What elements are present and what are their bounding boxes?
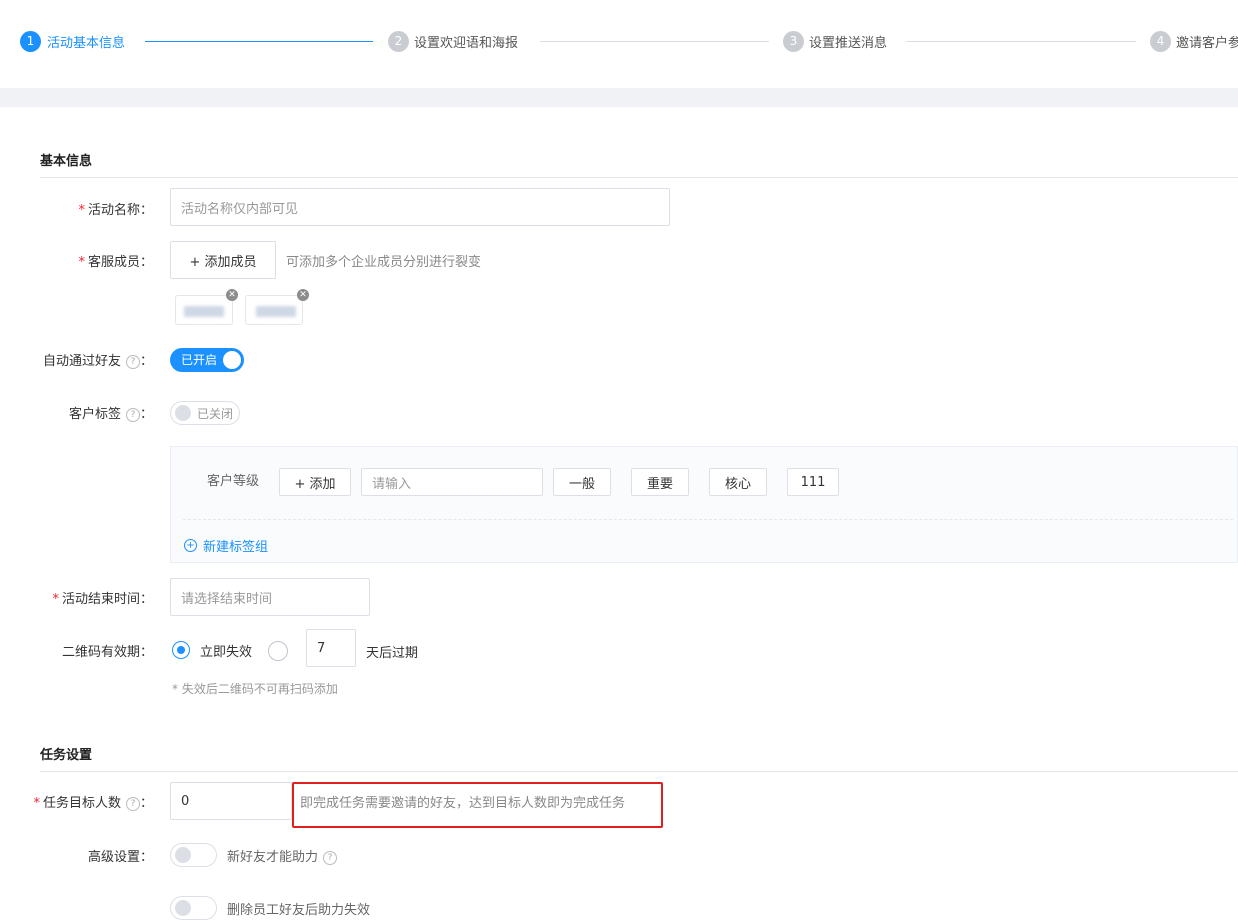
tag-input[interactable]: 请输入 [361, 468, 543, 496]
toggle-knob [175, 900, 191, 916]
new-friends-only-label: 新好友才能助力? [227, 846, 338, 865]
step-3-line [906, 41, 1136, 42]
task-target-hint: 即完成任务需要邀请的好友，达到目标人数即为完成任务 [300, 796, 626, 811]
tag-panel-divider [183, 519, 1233, 520]
toggle-knob [175, 405, 191, 421]
help-circle-icon[interactable]: ? [125, 797, 140, 811]
add-member-button[interactable]: + 添加成员 [170, 241, 276, 279]
member-chip: ✕ [175, 289, 238, 325]
expire-now-label: 立即失效 [200, 645, 253, 660]
step-1-line [145, 41, 373, 42]
toggle-knob [175, 847, 191, 863]
end-time-label: * 活动结束时间： [52, 592, 153, 607]
required-mark: * [33, 796, 40, 811]
task-target-input[interactable]: 0 [170, 782, 292, 820]
toggle-knob [223, 351, 241, 369]
staff-hint: 可添加多个企业成员分别进行裂变 [286, 255, 482, 270]
member-avatar-blurred [184, 306, 224, 317]
help-circle-icon[interactable]: ? [125, 408, 140, 422]
tag-chip[interactable]: 一般 [553, 468, 611, 496]
tag-chip[interactable]: 核心 [709, 468, 767, 496]
close-circle-icon[interactable]: ✕ [297, 289, 309, 301]
invalidate-on-delete-label: 删除员工好友后助力失效 [227, 903, 371, 918]
staff-label: * 客服成员： [78, 255, 153, 270]
task-settings-title: 任务设置 [40, 748, 93, 763]
step-3-number: 3 [783, 31, 804, 52]
new-friends-only-toggle[interactable] [170, 843, 217, 867]
required-mark: * [52, 592, 59, 607]
close-circle-icon[interactable]: ✕ [226, 289, 238, 301]
expire-days-suffix: 天后过期 [366, 646, 419, 661]
required-mark: * [78, 255, 85, 270]
activity-name-input[interactable]: 活动名称仅内部可见 [170, 188, 670, 226]
add-tag-button[interactable]: + 添加 [279, 468, 351, 496]
advanced-settings-label: 高级设置： [87, 850, 153, 865]
task-settings-divider [40, 771, 1238, 772]
section-separator [0, 88, 1238, 107]
activity-name-label: * 活动名称： [78, 203, 153, 218]
basic-info-title: 基本信息 [40, 154, 93, 169]
auto-accept-label: 自动通过好友?： [42, 354, 153, 369]
step-1-label[interactable]: 活动基本信息 [47, 32, 125, 51]
plus-circle-icon: + [184, 539, 197, 552]
tag-chip[interactable]: 111 [787, 468, 839, 496]
end-time-picker[interactable]: 请选择结束时间 [170, 578, 370, 616]
member-avatar-blurred [256, 306, 296, 317]
help-circle-icon[interactable]: ? [125, 355, 140, 369]
step-2-line [540, 41, 769, 42]
step-4-number: 4 [1150, 31, 1171, 52]
help-circle-icon[interactable]: ? [323, 851, 338, 865]
step-1-number: 1 [20, 31, 41, 52]
radio-expire-days[interactable] [268, 641, 288, 661]
tag-chip[interactable]: 重要 [631, 468, 689, 496]
step-4-label[interactable]: 邀请客户参 [1176, 32, 1238, 51]
customer-tag-toggle[interactable]: 已关闭 [170, 401, 240, 425]
invalidate-on-delete-toggle[interactable] [170, 896, 217, 920]
basic-info-divider [40, 177, 1238, 178]
tag-group-panel: 客户等级 + 添加 请输入 一般 重要 核心 111 + 新建标签组 [170, 446, 1238, 563]
expire-days-input[interactable]: 7 [306, 629, 356, 667]
step-3-label[interactable]: 设置推送消息 [809, 32, 887, 51]
auto-accept-toggle[interactable]: 已开启 [170, 348, 244, 372]
task-target-label: * 任务目标人数?： [33, 796, 153, 811]
customer-tag-label: 客户标签?： [68, 407, 153, 422]
new-tag-group-link[interactable]: + 新建标签组 [184, 536, 268, 555]
member-chip: ✕ [245, 289, 309, 325]
tag-group-name: 客户等级 [207, 474, 260, 489]
qr-valid-note: * 失效后二维码不可再扫码添加 [172, 682, 338, 696]
step-2-number: 2 [388, 31, 409, 52]
radio-expire-now[interactable] [172, 641, 190, 659]
qr-valid-label: 二维码有效期： [61, 645, 153, 660]
step-2-label[interactable]: 设置欢迎语和海报 [414, 32, 518, 51]
required-mark: * [78, 203, 85, 218]
